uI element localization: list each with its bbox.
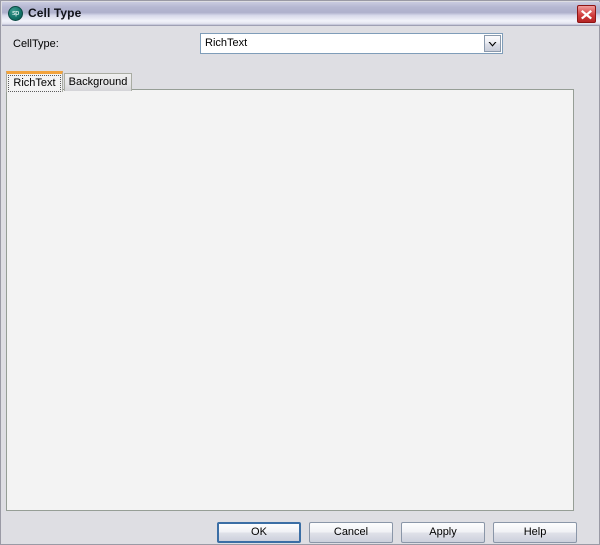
chevron-down-icon — [488, 41, 497, 47]
window-title: Cell Type — [28, 6, 82, 20]
celltype-dropdown-value: RichText — [205, 37, 248, 49]
apply-button[interactable]: Apply — [401, 522, 485, 543]
celltype-dropdown-button[interactable] — [484, 35, 501, 52]
close-button[interactable] — [577, 5, 596, 23]
help-button[interactable]: Help — [493, 522, 577, 543]
ok-button[interactable]: OK — [217, 522, 301, 543]
sp-logo-icon: sp — [8, 6, 23, 21]
title-bar: sp Cell Type — [2, 2, 600, 26]
celltype-label: CellType: — [13, 38, 59, 50]
cancel-button[interactable]: Cancel — [309, 522, 393, 543]
tab-richtext[interactable]: RichText — [6, 71, 63, 92]
close-icon — [581, 10, 592, 20]
celltype-dropdown[interactable]: RichText — [200, 33, 503, 54]
tab-richtext-label: RichText — [8, 75, 61, 92]
tab-background[interactable]: Background — [64, 73, 132, 91]
richtext-tab-panel — [6, 89, 574, 511]
cell-type-dialog: sp Cell Type CellType: RichText RichText… — [0, 0, 600, 545]
